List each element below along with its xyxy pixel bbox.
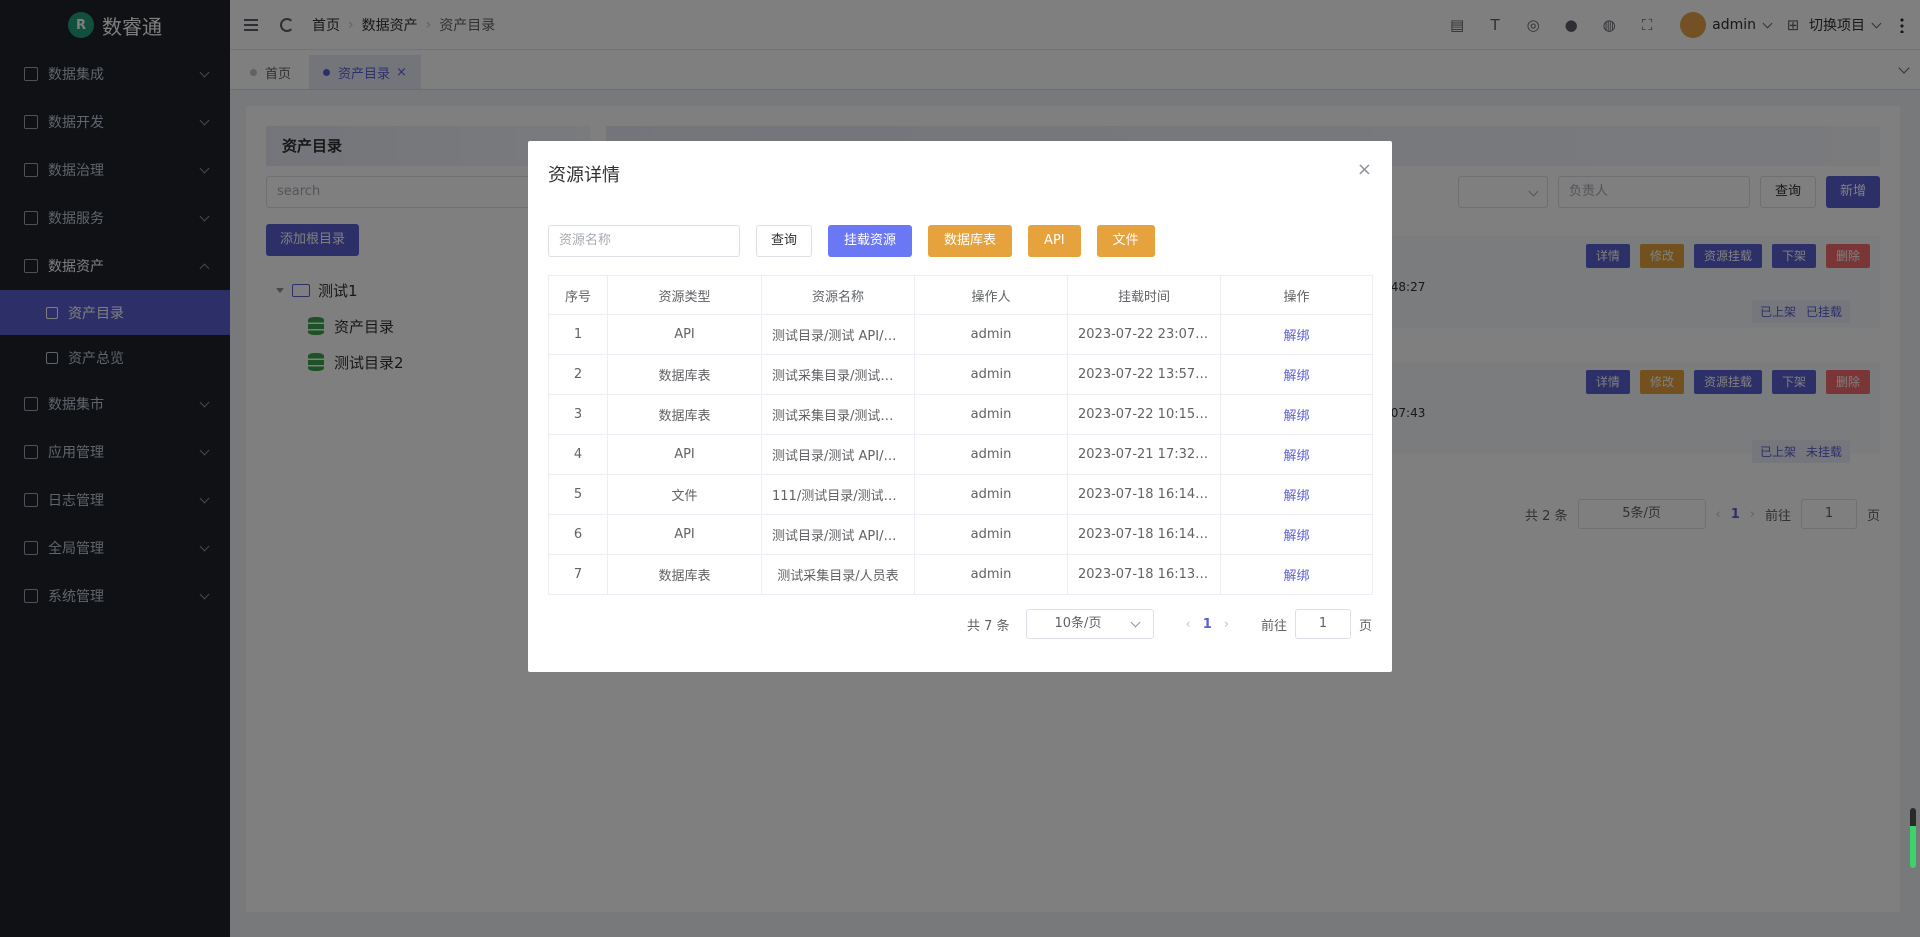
- table-cell: 111/测试目录/测试文件: [761, 474, 915, 515]
- table-cell: 1: [548, 314, 608, 355]
- dialog-toolbar: 资源名称 查询 挂载资源 数据库表 API 文件: [548, 225, 1155, 257]
- page-unit-label: 页: [1358, 618, 1372, 634]
- table-cell: 测试采集目录/测试采集表: [761, 354, 915, 395]
- column-header: 操作: [1220, 275, 1373, 315]
- pagination-total: 共 7 条: [966, 618, 1010, 634]
- table-cell: 文件: [607, 474, 762, 515]
- current-page[interactable]: 1: [1203, 617, 1212, 632]
- unbind-link[interactable]: 解绑: [1220, 354, 1373, 395]
- table-cell: 2023-07-18 16:13:40: [1067, 554, 1221, 595]
- unbind-link[interactable]: 解绑: [1220, 474, 1373, 515]
- table-row: 2 数据库表 测试采集目录/测试采集表 admin 2023-07-22 13:57:3…: [548, 354, 1373, 395]
- unbind-link[interactable]: 解绑: [1220, 434, 1373, 475]
- resource-table: 序号 资源类型 资源名称 操作人 挂载时间 操作 1 API 测试目录/测试 API…: [548, 275, 1373, 595]
- table-cell: 数据库表: [607, 394, 762, 435]
- scroll-indicator[interactable]: [1910, 808, 1916, 868]
- table-cell: 3: [548, 394, 608, 435]
- table-body: 1 API 测试目录/测试 API/测试API admin 2023-07-22 23:…: [548, 314, 1373, 595]
- table-cell: admin: [914, 554, 1068, 595]
- table-cell: 测试采集目录/人员表: [761, 554, 915, 595]
- close-icon[interactable]: ×: [1357, 159, 1372, 180]
- table-cell: API: [607, 514, 762, 555]
- table-cell: admin: [914, 434, 1068, 475]
- table-cell: admin: [914, 354, 1068, 395]
- table-cell: 数据库表: [607, 354, 762, 395]
- query-button[interactable]: 查询: [756, 225, 813, 257]
- table-cell: 2023-07-22 23:07:45: [1067, 314, 1221, 355]
- unbind-link[interactable]: 解绑: [1220, 554, 1373, 595]
- table-cell: 2023-07-22 13:57:31: [1067, 354, 1221, 395]
- column-header: 挂载时间: [1067, 275, 1221, 315]
- resource-name-input[interactable]: 资源名称: [548, 225, 740, 257]
- unbind-link[interactable]: 解绑: [1220, 514, 1373, 555]
- goto-label: 前往: [1260, 618, 1287, 634]
- mount-resource-button[interactable]: 挂载资源: [828, 225, 913, 257]
- table-cell: 测试目录/测试 API/测试API: [761, 514, 915, 555]
- column-header: 序号: [548, 275, 608, 315]
- table-cell: 2023-07-22 10:15:20: [1067, 394, 1221, 435]
- table-cell: 测试目录/测试 API/测试API: [761, 314, 915, 355]
- page-size-select[interactable]: 10条/页: [1025, 609, 1154, 639]
- dialog-pagination: 共 7 条 10条/页 ‹ 1 › 前往 1 页: [967, 609, 1372, 639]
- table-row: 6 API 测试目录/测试 API/测试API admin 2023-07-18 16:…: [548, 514, 1373, 555]
- table-cell: 2023-07-18 16:14:21: [1067, 514, 1221, 555]
- table-cell: API: [607, 314, 762, 355]
- next-page-icon[interactable]: ›: [1224, 617, 1229, 632]
- table-cell: API: [607, 434, 762, 475]
- table-cell: 2: [548, 354, 608, 395]
- prev-page-icon[interactable]: ‹: [1186, 617, 1191, 632]
- resource-detail-dialog: 资源详情 × 资源名称 查询 挂载资源 数据库表 API 文件 序号 资源类型 …: [528, 141, 1392, 672]
- table-row: 4 API 测试目录/测试 API/测试API admin 2023-07-21 17:…: [548, 434, 1373, 475]
- table-cell: 测试采集目录/测试采集表: [761, 394, 915, 435]
- table-row: 1 API 测试目录/测试 API/测试API admin 2023-07-22 23:…: [548, 314, 1373, 355]
- table-cell: admin: [914, 474, 1068, 515]
- unbind-link[interactable]: 解绑: [1220, 314, 1373, 355]
- column-header: 资源类型: [607, 275, 762, 315]
- page-jump-input[interactable]: 1: [1294, 609, 1351, 639]
- table-cell: 测试目录/测试 API/测试API: [761, 434, 915, 475]
- table-row: 3 数据库表 测试采集目录/测试采集表 admin 2023-07-22 10:15:2…: [548, 394, 1373, 435]
- table-row: 7 数据库表 测试采集目录/人员表 admin 2023-07-18 16:13:40 解…: [548, 554, 1373, 595]
- dialog-title: 资源详情: [548, 165, 620, 186]
- filter-database-button[interactable]: 数据库表: [928, 225, 1013, 257]
- table-cell: admin: [914, 394, 1068, 435]
- table-cell: 4: [548, 434, 608, 475]
- table-cell: 2023-07-18 16:14:52: [1067, 474, 1221, 515]
- table-cell: admin: [914, 514, 1068, 555]
- filter-file-button[interactable]: 文件: [1096, 225, 1155, 257]
- unbind-link[interactable]: 解绑: [1220, 394, 1373, 435]
- column-header: 资源名称: [761, 275, 915, 315]
- table-cell: 2023-07-21 17:32:08: [1067, 434, 1221, 475]
- column-header: 操作人: [914, 275, 1068, 315]
- filter-api-button[interactable]: API: [1028, 225, 1081, 257]
- table-cell: admin: [914, 314, 1068, 355]
- table-cell: 6: [548, 514, 608, 555]
- table-cell: 7: [548, 554, 608, 595]
- table-cell: 5: [548, 474, 608, 515]
- table-cell: 数据库表: [607, 554, 762, 595]
- table-header-row: 序号 资源类型 资源名称 操作人 挂载时间 操作: [548, 275, 1373, 315]
- table-row: 5 文件 111/测试目录/测试文件 admin 2023-07-18 16:14:52…: [548, 474, 1373, 515]
